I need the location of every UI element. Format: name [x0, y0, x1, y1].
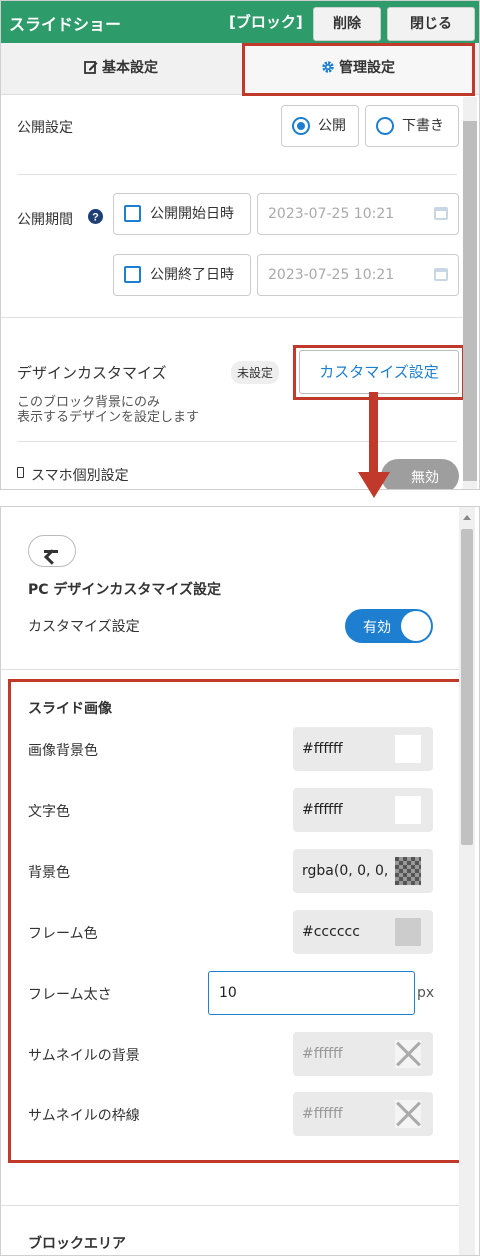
frame-width-input[interactable]: 10 — [208, 971, 415, 1015]
block-label: [ブロック] — [229, 13, 303, 31]
svg-text:?: ? — [92, 212, 99, 224]
close-button[interactable]: 閉じる — [387, 7, 475, 41]
no-color-icon — [395, 1100, 421, 1128]
panel-title: PC デザインカスタマイズ設定 — [28, 582, 221, 598]
radio-selected-icon — [292, 117, 310, 135]
radio-label: 公開 — [318, 118, 346, 134]
scrollbar-thumb[interactable] — [461, 529, 473, 845]
date-value: 2023-07-25 10:21 — [268, 267, 395, 283]
date-value: 2023-07-25 10:21 — [268, 206, 395, 222]
image-bg-color-picker[interactable]: #ffffff — [293, 727, 433, 771]
no-color-icon — [395, 1040, 421, 1068]
radio-unselected-icon — [376, 117, 394, 135]
start-date-input[interactable]: 2023-07-25 10:21 — [257, 193, 459, 235]
color-swatch — [395, 735, 421, 763]
block-area-heading: ブロックエリア — [28, 1236, 126, 1252]
highlight-frame — [293, 345, 465, 400]
thumbnail-border-picker[interactable]: #ffffff — [293, 1092, 433, 1136]
color-value: rgba(0, 0, 0, — [302, 863, 389, 879]
publish-period-label: 公開期間 — [17, 212, 73, 228]
toggle-label: 無効 — [411, 470, 439, 486]
divider — [1, 669, 459, 670]
color-value: #ffffff — [302, 802, 343, 818]
divider — [1, 1205, 459, 1206]
toggle-knob — [401, 611, 431, 641]
color-swatch — [395, 918, 421, 946]
publish-radio[interactable]: 公開 — [281, 105, 359, 147]
calendar-icon — [434, 207, 448, 220]
mobile-toggle[interactable]: 無効 — [381, 459, 459, 489]
text-color-label: 文字色 — [28, 804, 70, 820]
bg-color-label: 背景色 — [28, 865, 70, 881]
delete-button[interactable]: 削除 — [313, 7, 381, 41]
tab-basic-settings[interactable]: 基本設定 — [1, 43, 241, 95]
smartphone-icon — [17, 467, 24, 478]
checkbox-label: 公開開始日時 — [150, 206, 234, 222]
checkbox-label: 公開終了日時 — [150, 267, 234, 283]
checkbox-icon — [124, 266, 141, 283]
color-value: #ffffff — [302, 1046, 343, 1062]
color-value: #cccccc — [302, 924, 360, 940]
color-swatch — [395, 796, 421, 824]
tab-bar: 基本設定 管理設定 — [1, 43, 479, 96]
transparent-swatch — [395, 857, 421, 885]
frame-color-picker[interactable]: #cccccc — [293, 910, 433, 954]
tab-label: 基本設定 — [102, 60, 158, 76]
toggle-label: 有効 — [363, 620, 391, 636]
design-customize-panel: PC デザインカスタマイズ設定 カスタマイズ設定 有効 スライド画像 画像背景色… — [0, 506, 480, 1256]
thumbnail-bg-label: サムネイルの背景 — [28, 1048, 140, 1064]
color-value: #ffffff — [302, 1106, 343, 1122]
design-customize-label: デザインカスタマイズ — [17, 364, 167, 382]
end-date-checkbox[interactable]: 公開終了日時 — [113, 254, 251, 296]
bg-color-picker[interactable]: rgba(0, 0, 0, — [293, 849, 433, 893]
thumbnail-border-label: サムネイルの枠線 — [28, 1108, 140, 1124]
design-description-line2: 表示するデザインを設定します — [17, 410, 200, 425]
radio-label: 下書き — [402, 118, 444, 134]
divider — [17, 174, 457, 175]
help-icon[interactable]: ? — [88, 209, 103, 224]
arrow-down-icon — [358, 472, 390, 498]
panel-header: スライドショー [ブロック] 削除 閉じる — [1, 1, 479, 43]
back-button[interactable] — [28, 535, 76, 567]
scrollbar-thumb[interactable] — [463, 121, 477, 481]
customize-setting-label: カスタマイズ設定 — [28, 619, 140, 635]
mobile-settings-label: スマホ個別設定 — [31, 468, 129, 484]
frame-width-label: フレーム太さ — [28, 987, 112, 1003]
publish-setting-label: 公開設定 — [17, 120, 73, 136]
panel-title: スライドショー — [9, 15, 122, 34]
divider — [1, 317, 463, 318]
edit-icon — [84, 61, 98, 74]
scroll-up-icon[interactable] — [463, 515, 471, 520]
start-date-checkbox[interactable]: 公開開始日時 — [113, 193, 251, 235]
customize-toggle[interactable]: 有効 — [345, 609, 433, 643]
image-bg-color-label: 画像背景色 — [28, 743, 98, 759]
thumbnail-bg-picker[interactable]: #ffffff — [293, 1032, 433, 1076]
arrow-shaft — [369, 392, 378, 476]
block-settings-panel: スライドショー [ブロック] 削除 閉じる 基本設定 管理設定 公開設定 公開 … — [0, 0, 480, 490]
color-value: #ffffff — [302, 741, 343, 757]
status-badge: 未設定 — [231, 361, 280, 384]
highlight-frame — [242, 43, 475, 96]
checkbox-icon — [124, 205, 141, 222]
input-value: 10 — [219, 985, 237, 1001]
frame-color-label: フレーム色 — [28, 926, 98, 942]
slide-image-heading: スライド画像 — [28, 701, 112, 717]
text-color-picker[interactable]: #ffffff — [293, 788, 433, 832]
draft-radio[interactable]: 下書き — [365, 105, 459, 147]
end-date-input[interactable]: 2023-07-25 10:21 — [257, 254, 459, 296]
calendar-icon — [434, 268, 448, 281]
unit-label: px — [417, 985, 435, 1001]
divider — [17, 441, 457, 442]
